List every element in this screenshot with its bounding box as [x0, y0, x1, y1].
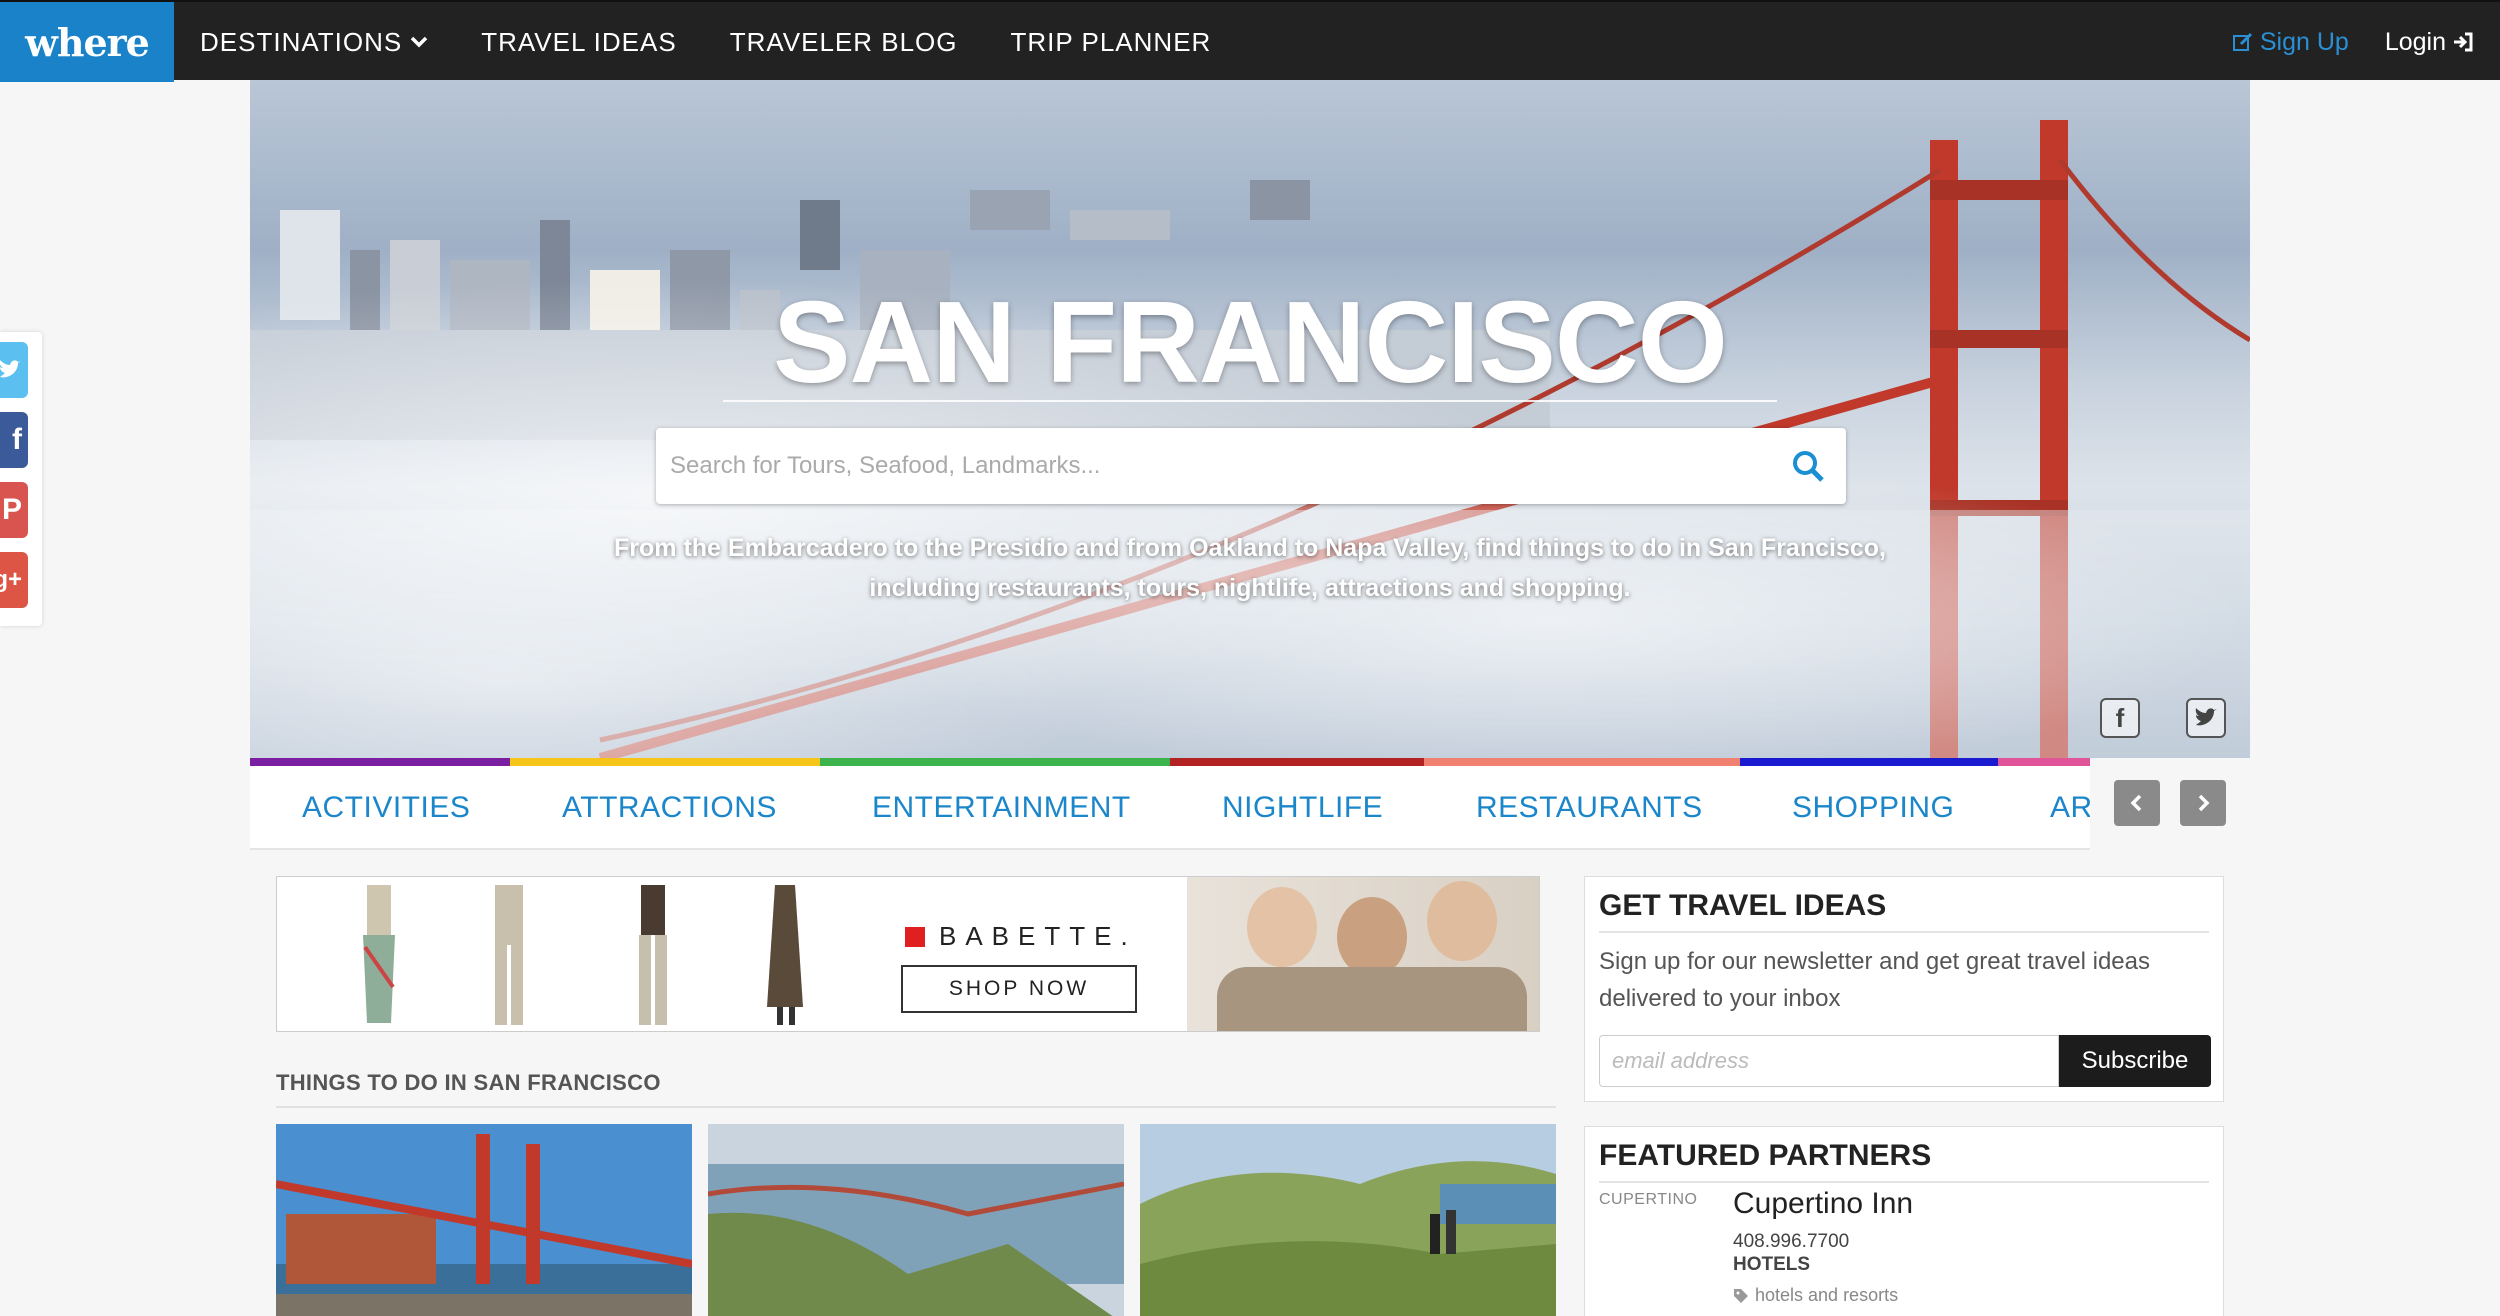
nav-travel-ideas[interactable]: TRAVEL IDEAS — [481, 27, 677, 58]
account-links: Sign Up Login — [2232, 2, 2474, 82]
model-face-3 — [1427, 881, 1497, 961]
tab-activities[interactable]: ACTIVITIES — [302, 766, 470, 848]
facebook-icon[interactable]: f — [0, 412, 28, 468]
newsletter-text: Sign up for our newsletter and get great… — [1599, 948, 2150, 1012]
signup-link[interactable]: Sign Up — [2232, 28, 2349, 57]
shop-now-button[interactable]: SHOP NOW — [901, 965, 1137, 1013]
title-divider — [723, 400, 1777, 402]
search-box — [656, 428, 1846, 504]
newsletter-title: GET TRAVEL IDEAS — [1599, 889, 2209, 933]
main-nav: DESTINATIONS TRAVEL IDEAS TRAVELER BLOG … — [200, 2, 1211, 82]
nav-traveler-blog[interactable]: TRAVELER BLOG — [730, 27, 958, 58]
chevron-left-icon — [2130, 794, 2142, 812]
thing-thumbnail-1[interactable] — [276, 1124, 692, 1316]
tab-entertainment[interactable]: ENTERTAINMENT — [872, 766, 1131, 848]
tabs-next-button[interactable] — [2180, 780, 2226, 826]
babette-ad-banner[interactable]: BABETTE. SHOP NOW — [276, 876, 1540, 1032]
newsletter-panel: GET TRAVEL IDEAS Sign up for our newslet… — [1584, 876, 2224, 1102]
nav-destinations[interactable]: DESTINATIONS — [200, 27, 428, 58]
stripe-entertainment — [820, 758, 1170, 766]
sign-in-icon — [2454, 32, 2473, 52]
model-clothing — [1217, 967, 1527, 1031]
search-icon — [1793, 451, 1824, 482]
email-field[interactable] — [1599, 1035, 2059, 1087]
edit-icon — [2232, 32, 2252, 51]
partners-title: FEATURED PARTNERS — [1599, 1139, 2209, 1183]
nav-trip-planner[interactable]: TRIP PLANNER — [1011, 27, 1212, 58]
babette-brand: BABETTE. — [905, 921, 1137, 952]
partner-logo[interactable]: CUPERTINO — [1599, 1191, 1709, 1209]
signup-label: Sign Up — [2259, 27, 2349, 56]
tab-nightlife[interactable]: NIGHTLIFE — [1222, 766, 1383, 848]
hero-tagline: From the Embarcadero to the Presidio and… — [550, 528, 1950, 608]
search-input[interactable] — [656, 428, 1756, 504]
google-plus-icon[interactable]: g+ — [0, 552, 28, 608]
stripe-attractions — [510, 758, 820, 766]
tab-restaurants[interactable]: RESTAURANTS — [1476, 766, 1703, 848]
nav-destinations-label: DESTINATIONS — [200, 26, 403, 57]
subscribe-button[interactable]: Subscribe — [2059, 1035, 2211, 1087]
partner-tag[interactable]: hotels and resorts — [1733, 1285, 1898, 1306]
category-tabs: ACTIVITIES ATTRACTIONS ENTERTAINMENT NIG… — [250, 766, 2090, 850]
tabs-prev-button[interactable] — [2114, 780, 2160, 826]
thing-thumbnail-3[interactable] — [1140, 1124, 1556, 1316]
stripe-arts — [1998, 758, 2090, 766]
dress-image-1 — [363, 885, 395, 1023]
partner-phone: 408.996.7700 — [1733, 1231, 1850, 1252]
partner-category: HOTELS — [1733, 1254, 1811, 1275]
hero-twitter-icon[interactable] — [2186, 698, 2226, 738]
tagline-line-2: including restaurants, tours, nightlife,… — [869, 574, 1631, 602]
city-title: SAN FRANCISCO — [773, 277, 1728, 407]
partner-tag-label: hotels and resorts — [1755, 1285, 1899, 1305]
dress-image-2 — [495, 885, 523, 1025]
dress-image-3 — [639, 885, 667, 1025]
things-to-do-heading: THINGS TO DO IN SAN FRANCISCO — [276, 1070, 661, 1095]
tab-attractions[interactable]: ATTRACTIONS — [562, 766, 777, 848]
hero-banner: SAN FRANCISCO From the Embarcadero to th… — [250, 80, 2250, 758]
dress-image-4 — [767, 885, 803, 1025]
things-divider — [276, 1106, 1556, 1108]
logo-text: where — [25, 19, 150, 65]
models-photo — [1187, 877, 1539, 1031]
top-navbar: where DESTINATIONS TRAVEL IDEAS TRAVELER… — [0, 0, 2500, 82]
thing-thumbnail-2[interactable] — [708, 1124, 1124, 1316]
social-share-sidebar: f P g+ — [0, 332, 42, 626]
fog-overlay — [250, 80, 2250, 758]
stripe-shopping — [1740, 758, 1998, 766]
tab-arts[interactable]: AR — [2050, 766, 2090, 848]
hero-facebook-icon[interactable]: f — [2100, 698, 2140, 738]
stripe-activities — [250, 758, 510, 766]
category-color-stripes — [250, 758, 2090, 766]
tagline-line-1: From the Embarcadero to the Presidio and… — [614, 534, 1886, 562]
model-face-2 — [1337, 897, 1407, 977]
chevron-right-icon — [2198, 794, 2210, 812]
search-button[interactable] — [1784, 442, 1832, 490]
login-link[interactable]: Login — [2385, 28, 2474, 57]
partner-name[interactable]: Cupertino Inn — [1733, 1187, 1913, 1221]
tab-shopping[interactable]: SHOPPING — [1792, 766, 1954, 848]
twitter-icon[interactable] — [0, 342, 28, 398]
stripe-nightlife — [1170, 758, 1424, 766]
model-face-1 — [1247, 887, 1317, 967]
where-logo[interactable]: where — [0, 2, 174, 82]
featured-partners-panel: FEATURED PARTNERS CUPERTINO Cupertino In… — [1584, 1126, 2224, 1316]
login-label: Login — [2384, 27, 2446, 56]
stripe-restaurants — [1424, 758, 1740, 766]
brand-text: BABETTE. — [939, 921, 1137, 951]
pinterest-icon[interactable]: P — [0, 482, 28, 538]
chevron-down-icon — [410, 36, 428, 48]
tag-icon — [1734, 1288, 1748, 1303]
brand-square — [905, 926, 925, 947]
